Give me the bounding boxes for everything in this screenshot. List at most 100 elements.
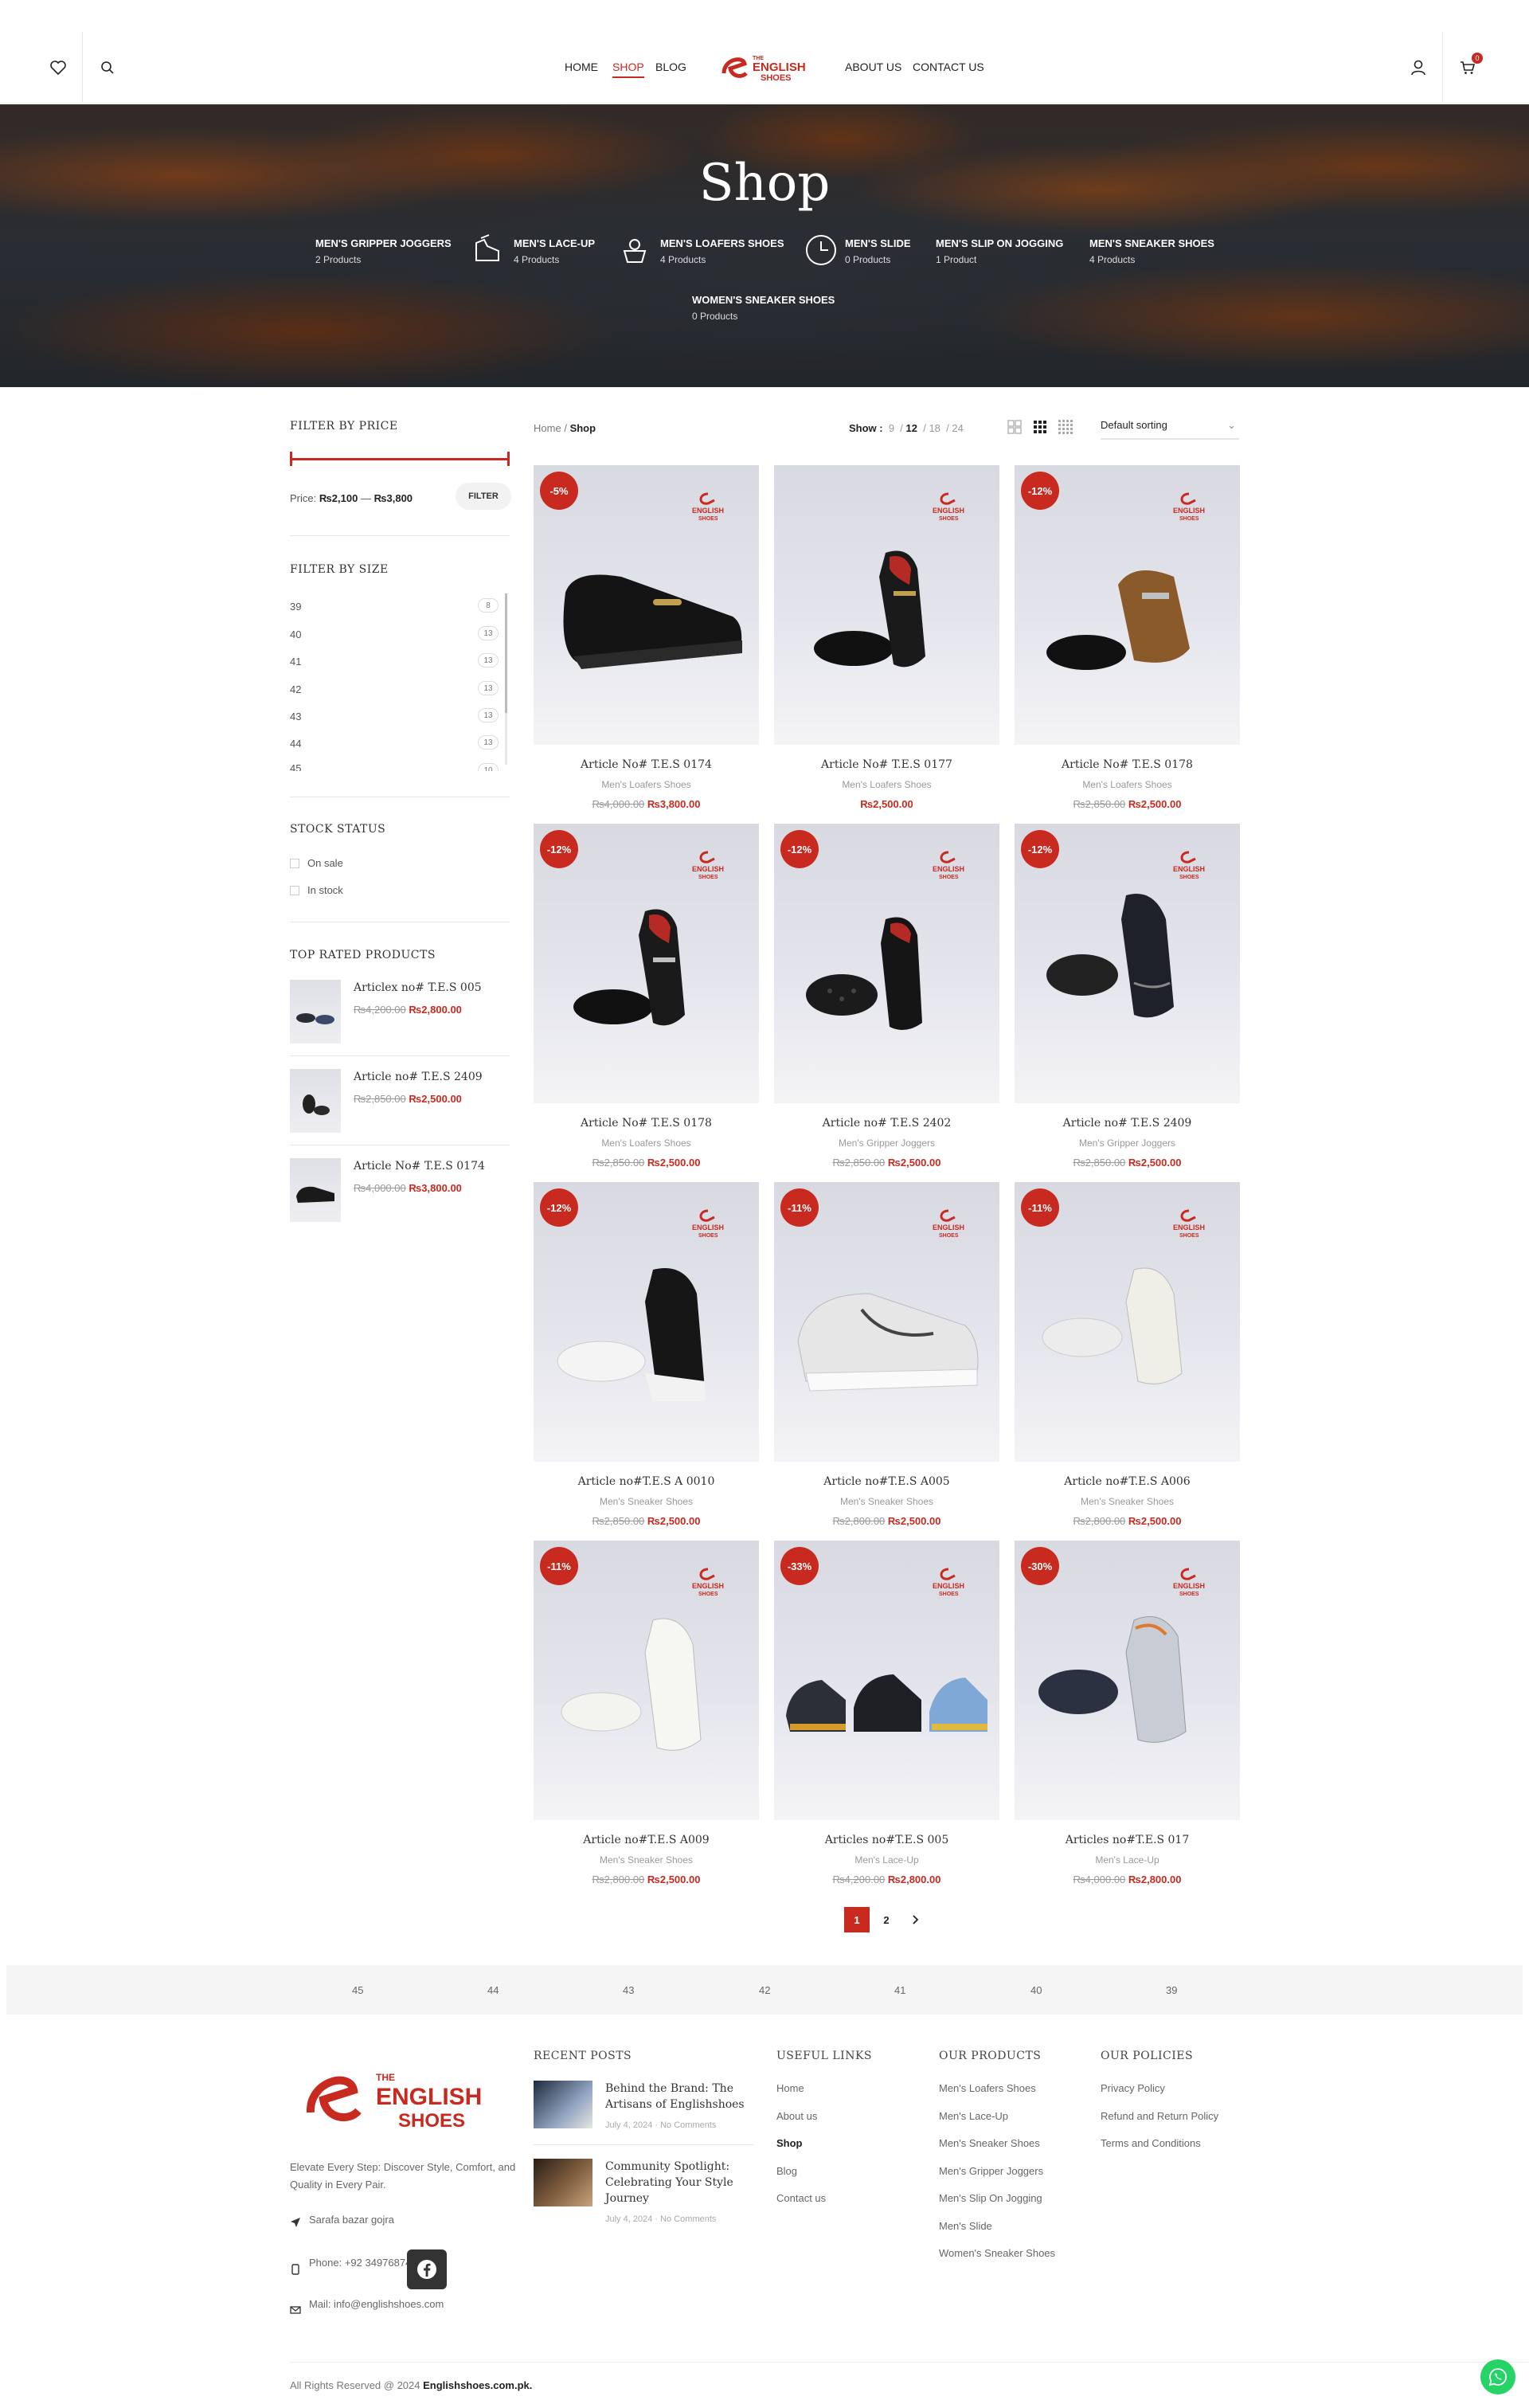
size-strip-item[interactable]: 39 [1166,1984,1177,1996]
product-image[interactable]: ENGLISH SHOES -30% [1015,1541,1240,1820]
recent-post-title[interactable]: Community Spotlight: Celebrating Your St… [605,2159,764,2206]
product-name[interactable]: Article no# T.E.S 2409 [1015,1117,1240,1130]
product-category[interactable]: Men's Sneaker Shoes [534,1854,759,1866]
breadcrumb-home[interactable]: Home [534,422,561,434]
nav-about-us[interactable]: ABOUT US [845,61,901,73]
price-range-slider[interactable] [290,458,510,460]
size-option[interactable]: 42 13 [290,681,499,695]
product-image[interactable]: ENGLISH SHOES -5% [534,465,759,745]
top-rated-thumb[interactable] [290,1069,341,1133]
product-name[interactable]: Article no#T.E.S A005 [774,1475,999,1488]
product-name[interactable]: Article No# T.E.S 0177 [774,758,999,771]
category-women-sneaker[interactable]: WOMEN'S SNEAKER SHOES 0 Products [692,294,835,322]
site-logo[interactable]: THE ENGLISH SHOES [721,51,808,84]
nav-home[interactable]: HOME [565,61,598,73]
product-name[interactable]: Articles no#T.E.S 005 [774,1834,999,1846]
grid-3-icon[interactable] [1032,419,1048,435]
category-gripper-joggers[interactable]: MEN'S GRIPPER JOGGERS 2 Products [315,237,452,265]
facebook-icon[interactable] [407,2249,447,2289]
sort-select[interactable]: Default sorting ⌄ [1101,419,1239,440]
top-rated-thumb[interactable] [290,980,341,1043]
pagination-page-1[interactable]: 1 [844,1907,870,1932]
grid-4-icon[interactable] [1058,419,1073,435]
wishlist-heart-icon[interactable] [48,57,68,78]
footer-policy-link[interactable]: Terms and Conditions [1101,2137,1201,2149]
category-slide[interactable]: MEN'S SLIDE 0 Products [845,237,911,265]
nav-blog[interactable]: BLOG [655,61,686,73]
product-image[interactable]: ENGLISH SHOES -12% [774,824,999,1103]
nav-shop[interactable]: SHOP [612,61,644,78]
recent-post-title[interactable]: Behind the Brand: The Artisans of Englis… [605,2081,764,2112]
footer-mail[interactable]: Mail: info@englishshoes.com [309,2296,444,2313]
product-image[interactable]: ENGLISH SHOES -12% [534,1182,759,1462]
footer-logo[interactable]: THE ENGLISH SHOES [303,2063,502,2135]
nav-contact-us[interactable]: CONTACT US [913,61,984,73]
footer-link-blog[interactable]: Blog [776,2165,797,2177]
cart-icon[interactable]: 0 [1457,53,1483,78]
product-category[interactable]: Men's Loafers Shoes [534,1137,759,1149]
category-sneaker[interactable]: MEN'S SNEAKER SHOES 4 Products [1089,237,1214,265]
footer-product-link[interactable]: Men's Sneaker Shoes [939,2137,1040,2149]
product-category[interactable]: Men's Sneaker Shoes [534,1496,759,1507]
top-rated-item[interactable]: Article no# T.E.S 2409 ₨2,850.00 ₨2,500.… [290,1069,510,1141]
category-loafers[interactable]: MEN'S LOAFERS SHOES 4 Products [660,237,784,265]
product-category[interactable]: Men's Sneaker Shoes [1015,1496,1240,1507]
pagination-next-icon[interactable] [902,1907,928,1932]
product-category[interactable]: Men's Gripper Joggers [774,1137,999,1149]
footer-policy-link[interactable]: Refund and Return Policy [1101,2110,1218,2122]
product-name[interactable]: Article No# T.E.S 0178 [1015,758,1240,771]
size-option[interactable]: 44 13 [290,735,499,750]
stock-on-sale-checkbox[interactable]: On sale [290,857,343,869]
product-name[interactable]: Article no#T.E.S A006 [1015,1475,1240,1488]
product-card[interactable]: ENGLISH SHOES -30% Articles no#T.E.S 017 … [1015,1541,1240,1885]
product-card[interactable]: ENGLISH SHOES -12% Article no#T.E.S A 001… [534,1182,759,1527]
stock-in-stock-checkbox[interactable]: In stock [290,884,343,896]
top-rated-thumb[interactable] [290,1158,341,1222]
product-name[interactable]: Article No# T.E.S 0178 [534,1117,759,1130]
product-image[interactable]: ENGLISH SHOES -11% [774,1182,999,1462]
product-category[interactable]: Men's Gripper Joggers [1015,1137,1240,1149]
footer-link-about[interactable]: About us [776,2110,817,2122]
footer-product-link[interactable]: Women's Sneaker Shoes [939,2247,1055,2259]
product-category[interactable]: Men's Lace-Up [1015,1854,1240,1866]
whatsapp-icon[interactable] [1480,2359,1515,2394]
category-slip-on-jogging[interactable]: MEN'S SLIP ON JOGGING 1 Product [936,237,1063,265]
size-option[interactable]: 43 13 [290,708,499,722]
size-strip-item[interactable]: 42 [759,1984,770,1996]
footer-product-link[interactable]: Men's Slide [939,2220,992,2232]
footer-policy-link[interactable]: Privacy Policy [1101,2082,1165,2094]
product-category[interactable]: Men's Loafers Shoes [1015,779,1240,790]
product-image[interactable]: ENGLISH SHOES -12% [534,824,759,1103]
product-name[interactable]: Article no# T.E.S 2402 [774,1117,999,1130]
size-strip-item[interactable]: 40 [1030,1984,1042,1996]
top-rated-item[interactable]: Article No# T.E.S 0174 ₨4,000.00 ₨3,800.… [290,1158,510,1230]
product-image[interactable]: ENGLISH SHOES -11% [1015,1182,1240,1462]
show-18[interactable]: 18 [929,422,940,434]
product-category[interactable]: Men's Loafers Shoes [774,779,999,790]
size-strip-item[interactable]: 41 [894,1984,905,1996]
account-user-icon[interactable] [1408,57,1429,78]
size-option[interactable]: 45 10 [290,762,499,771]
grid-2-icon[interactable] [1007,419,1023,435]
product-category[interactable]: Men's Lace-Up [774,1854,999,1866]
product-image[interactable]: ENGLISH SHOES -11% [534,1541,759,1820]
show-9[interactable]: 9 [889,422,894,434]
product-image[interactable]: ENGLISH SHOES [774,465,999,745]
product-image[interactable]: ENGLISH SHOES -33% [774,1541,999,1820]
size-strip-item[interactable]: 43 [623,1984,634,1996]
size-strip-item[interactable]: 45 [352,1984,363,1996]
size-strip-item[interactable]: 44 [487,1984,499,1996]
product-name[interactable]: Article No# T.E.S 0174 [534,758,759,771]
recent-post-thumb[interactable] [534,2081,592,2128]
product-card[interactable]: ENGLISH SHOES -11% Article no#T.E.S A009 … [534,1541,759,1885]
top-rated-item[interactable]: Articlex no# T.E.S 005 ₨4,200.00 ₨2,800.… [290,980,510,1051]
footer-product-link[interactable]: Men's Gripper Joggers [939,2165,1043,2177]
footer-product-link[interactable]: Men's Lace-Up [939,2110,1008,2122]
footer-link-contact[interactable]: Contact us [776,2192,826,2204]
product-card[interactable]: ENGLISH SHOES -11% Article no#T.E.S A005 … [774,1182,999,1527]
product-name[interactable]: Articles no#T.E.S 017 [1015,1834,1240,1846]
product-image[interactable]: ENGLISH SHOES -12% [1015,465,1240,745]
product-card[interactable]: ENGLISH SHOES -5% Article No# T.E.S 0174 … [534,465,759,810]
size-option[interactable]: 39 8 [290,598,499,613]
top-rated-name[interactable]: Article no# T.E.S 2409 [354,1071,483,1083]
